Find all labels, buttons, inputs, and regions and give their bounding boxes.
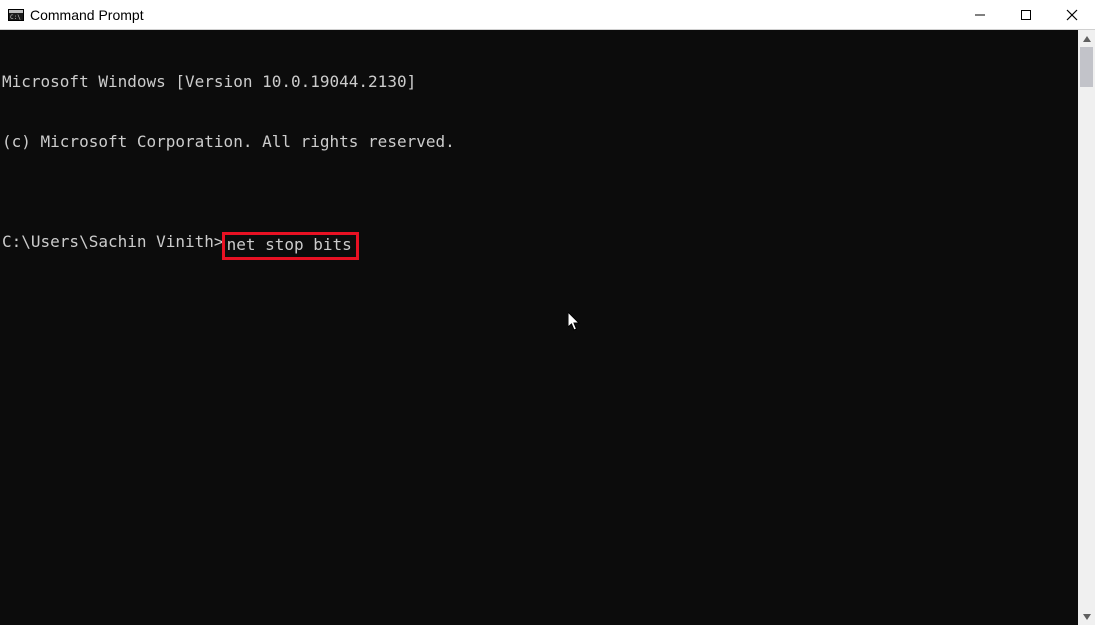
close-button[interactable] [1049,0,1095,30]
svg-text:C:\: C:\ [10,14,21,21]
scroll-thumb[interactable] [1080,47,1093,87]
minimize-button[interactable] [957,0,1003,30]
prompt-path: C:\Users\Sachin Vinith> [2,232,224,252]
maximize-button[interactable] [1003,0,1049,30]
app-icon: C:\ [8,7,24,23]
prompt-line: C:\Users\Sachin Vinith>net stop bits [2,232,1078,260]
window-title: Command Prompt [30,7,144,23]
command-highlight: net stop bits [222,232,359,260]
output-line: Microsoft Windows [Version 10.0.19044.21… [2,72,1078,92]
titlebar[interactable]: C:\ Command Prompt [0,0,1095,30]
output-line: (c) Microsoft Corporation. All rights re… [2,132,1078,152]
scroll-up-button[interactable] [1078,30,1095,47]
scroll-track[interactable] [1078,47,1095,608]
client-area: Microsoft Windows [Version 10.0.19044.21… [0,30,1095,625]
scroll-down-button[interactable] [1078,608,1095,625]
mouse-cursor-icon [510,292,582,357]
vertical-scrollbar[interactable] [1078,30,1095,625]
command-text: net stop bits [227,235,352,254]
terminal[interactable]: Microsoft Windows [Version 10.0.19044.21… [0,30,1078,625]
